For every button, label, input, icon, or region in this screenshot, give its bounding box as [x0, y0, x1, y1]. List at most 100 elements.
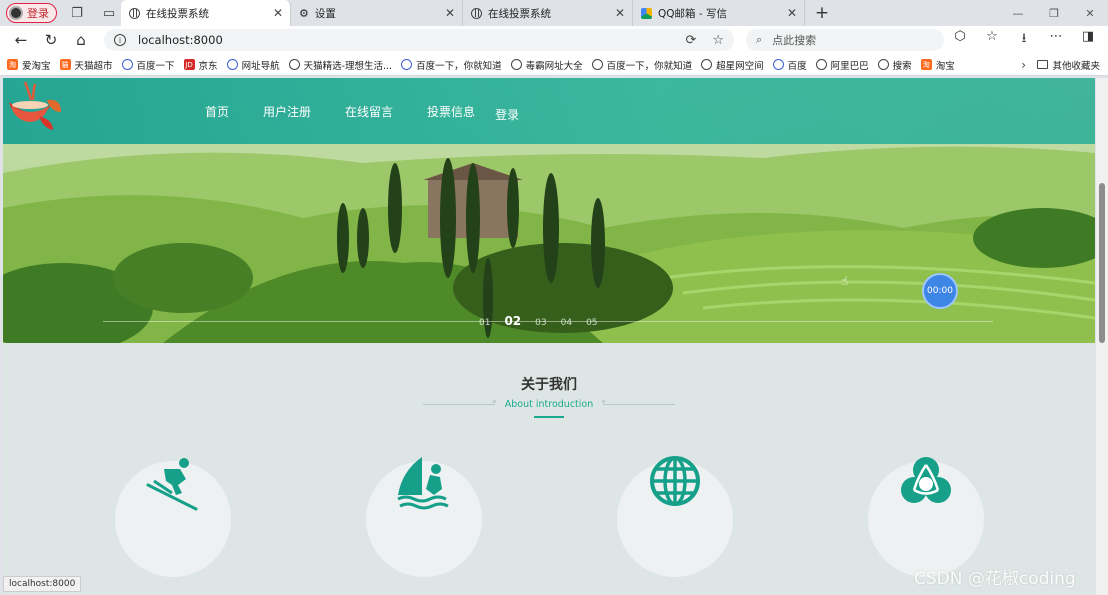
new-tab-button[interactable]: +: [809, 2, 835, 24]
feature-skiing[interactable]: [115, 458, 231, 577]
close-window-icon[interactable]: ✕: [1072, 0, 1108, 26]
feature-trinity[interactable]: [868, 457, 984, 577]
restore-icon[interactable]: ❐: [1036, 0, 1072, 26]
slide-dot[interactable]: 04: [561, 318, 572, 328]
search-input[interactable]: ⌕ 点此搜索: [746, 29, 944, 51]
slide-dot[interactable]: 05: [586, 318, 597, 328]
about-title: 关于我们: [521, 377, 577, 393]
site-info-icon[interactable]: i: [114, 34, 126, 46]
favorites-icon[interactable]: ☆: [978, 29, 1006, 51]
home-icon[interactable]: ⌂: [66, 31, 96, 49]
trinity-knot-icon: [901, 457, 951, 503]
hero-banner: 首页 用户注册 在线留言 投票信息 登录 01 02 03 04 05 ☝ 00…: [3, 78, 1095, 343]
profile-label: 登录: [27, 7, 49, 20]
bookmark-item[interactable]: 百度: [772, 58, 807, 72]
tab-qq-mail[interactable]: QQ邮箱 - 写信 ✕: [633, 0, 805, 26]
site-logo: [9, 81, 61, 130]
downloads-icon[interactable]: ⭳: [1010, 29, 1038, 51]
slider-pagination: 01 02 03 04 05: [479, 314, 598, 328]
bookmark-item[interactable]: 超星网空间: [701, 58, 764, 72]
bookmark-item[interactable]: 淘爱淘宝: [7, 58, 51, 72]
bookmark-item[interactable]: 毒霸网址大全: [510, 58, 583, 72]
other-bookmarks[interactable]: 其他收藏夹: [1037, 58, 1100, 72]
globe-icon: [591, 59, 603, 70]
refresh-icon[interactable]: ↻: [36, 31, 66, 49]
globe-icon: [510, 59, 522, 70]
close-icon[interactable]: ✕: [787, 6, 797, 20]
bookmark-item[interactable]: 百度一下，你就知道: [591, 58, 692, 72]
baidu-icon: [121, 59, 133, 70]
back-icon[interactable]: ←: [6, 31, 36, 49]
bookmark-item[interactable]: JD 京东: [183, 58, 218, 72]
baidu-icon: [401, 59, 413, 70]
extensions-icon[interactable]: ⬡: [946, 29, 974, 51]
close-icon[interactable]: ✕: [273, 6, 283, 20]
divider: [423, 398, 497, 405]
tab-title: 在线投票系统: [146, 7, 209, 20]
nav-home[interactable]: 首页: [205, 103, 229, 123]
qq-mail-icon: [641, 7, 652, 19]
scrollbar-thumb[interactable]: [1099, 183, 1105, 343]
bookmark-item[interactable]: 天猫精选-理想生活...: [288, 58, 392, 72]
page-scrollbar[interactable]: [1096, 78, 1108, 595]
workspaces-icon[interactable]: ❐: [65, 3, 89, 23]
bookmark-item[interactable]: 百度一下: [121, 58, 175, 72]
site-header: 首页 用户注册 在线留言 投票信息 登录: [3, 78, 1095, 144]
bookmark-item[interactable]: 淘淘宝: [920, 58, 955, 72]
bookmarks-bar: 淘爱淘宝 猫天猫超市 百度一下 JD 京东 网址导航 天猫精选-理想生活... 百…: [0, 54, 1108, 76]
bookmark-item[interactable]: 猫天猫超市: [59, 58, 113, 72]
close-icon[interactable]: ✕: [445, 6, 455, 20]
sidebar-icon[interactable]: ◨: [1074, 29, 1102, 51]
slide-dot[interactable]: 03: [535, 318, 546, 328]
bookmark-item[interactable]: 百度一下，你就知道: [401, 58, 502, 72]
favorite-star-icon[interactable]: ☆: [712, 33, 724, 48]
timer-badge[interactable]: 00:00: [922, 273, 958, 309]
about-subtitle: About introduction: [504, 398, 594, 410]
baidu-icon: [226, 59, 238, 70]
tab-voting-system-2[interactable]: 在线投票系统 ✕: [463, 0, 633, 26]
nav-login[interactable]: 登录: [495, 106, 519, 123]
address-text: localhost:8000: [138, 33, 223, 47]
slide-dot-active[interactable]: 02: [504, 314, 521, 328]
bookmark-item[interactable]: 网址导航: [226, 58, 280, 72]
tab-actions-icon[interactable]: ▭: [97, 3, 121, 23]
gear-icon: ⚙: [299, 6, 309, 20]
chevron-right-icon[interactable]: ›: [1021, 58, 1026, 72]
globe-icon: [288, 59, 300, 70]
folder-icon: [1037, 60, 1049, 69]
close-icon[interactable]: ✕: [615, 6, 625, 20]
minimize-icon[interactable]: —: [1000, 0, 1036, 26]
feature-windsurfing[interactable]: [366, 457, 482, 577]
address-input[interactable]: i localhost:8000 ⟳ ☆: [104, 29, 734, 51]
feature-globe[interactable]: [617, 456, 733, 577]
nav-messages[interactable]: 在线留言: [345, 103, 393, 123]
chaoxing-icon: [701, 59, 713, 70]
avatar: [9, 6, 23, 20]
nav-register[interactable]: 用户注册: [263, 103, 311, 123]
more-icon[interactable]: ⋯: [1042, 29, 1070, 51]
slide-dot[interactable]: 01: [479, 318, 490, 328]
tab-voting-system[interactable]: 在线投票系统 ✕: [121, 0, 291, 26]
toolbar: ⬡ ☆ ⭳ ⋯ ◨: [946, 29, 1102, 51]
jd-icon: JD: [183, 59, 195, 70]
title-underline: [534, 416, 564, 418]
globe-icon: [877, 59, 889, 70]
baidu-icon: [772, 59, 784, 70]
status-url: localhost:8000: [3, 576, 82, 592]
tmall-icon: 猫: [59, 59, 71, 70]
bookmark-item[interactable]: 阿里巴巴: [815, 58, 869, 72]
translate-icon[interactable]: ⟳: [685, 33, 696, 48]
tab-settings[interactable]: ⚙ 设置 ✕: [291, 0, 463, 26]
nav-votes[interactable]: 投票信息: [427, 103, 475, 123]
taobao-icon: 淘: [7, 59, 18, 70]
globe-icon: [650, 456, 700, 506]
hand-cursor-icon: ☝: [841, 274, 849, 288]
search-placeholder: 点此搜索: [772, 34, 817, 47]
bookmark-item[interactable]: 搜索: [877, 58, 912, 72]
search-icon: ⌕: [756, 33, 763, 46]
tab-bar: 登录 ❐ ▭ 在线投票系统 ✕ ⚙ 设置 ✕ 在线投票系统 ✕ QQ邮箱 - 写…: [0, 0, 1108, 26]
globe-icon: [471, 7, 482, 19]
skiing-icon: [146, 458, 198, 511]
tab-title: 设置: [314, 7, 336, 20]
profile-button[interactable]: 登录: [6, 3, 57, 23]
